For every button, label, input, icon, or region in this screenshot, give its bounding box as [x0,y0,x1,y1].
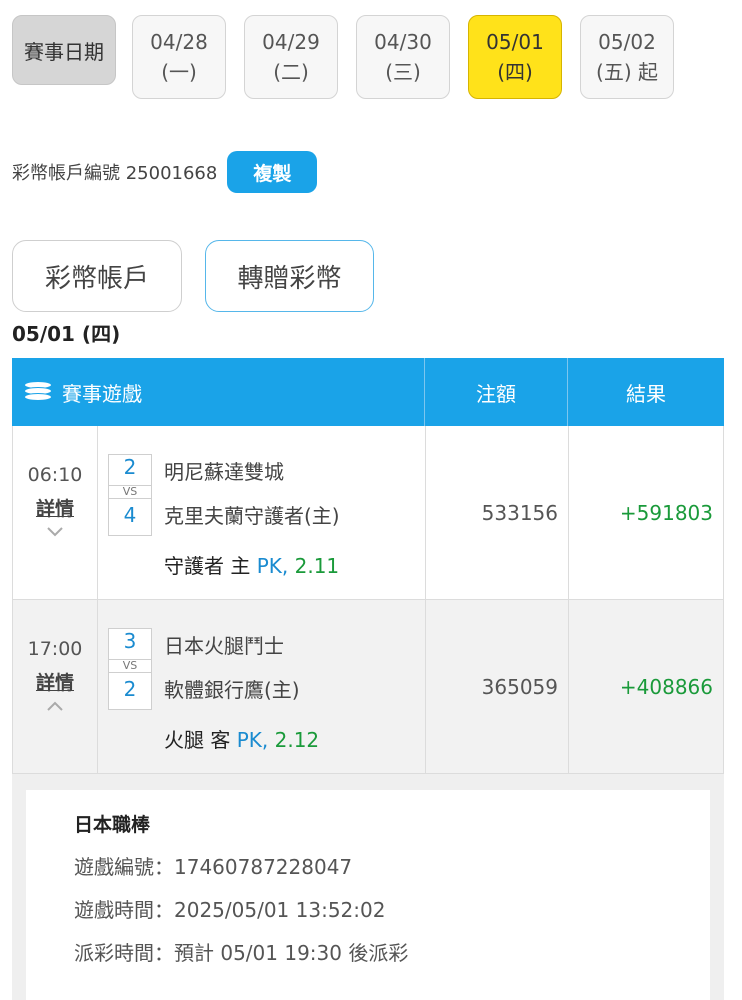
vs-label: VS [109,485,151,499]
header-game: 賽事遊戲 [12,358,425,426]
bet-result: +591803 [619,500,713,525]
chevron-up-icon[interactable] [47,701,63,717]
team-2: 克里夫蘭守護者(主) [164,504,340,528]
bet-pick: 火腿 客 PK, 2.12 [164,724,319,753]
table-row: 17:00 詳情 3 VS 2 日本火腿鬥士 軟體銀行鷹(主) 火腿 客 PK,… [12,600,724,774]
time-cell: 17:00 詳情 [13,600,98,773]
payout-time: 派彩時間：預計 05/01 19:30 後派彩 [74,941,409,965]
pick-odds: 2.12 [268,728,320,752]
date-text: 04/28 [150,30,208,54]
pick-pk: PK, [236,728,269,752]
team-1: 明尼蘇達雙城 [164,460,284,484]
match-cell: 2 VS 4 明尼蘇達雙城 克里夫蘭守護者(主) 守護者 主 PK, 2.11 [98,426,426,599]
score-box: 3 VS 2 [108,628,152,710]
account-row: 彩幣帳戶編號 25001668 複製 [12,150,318,194]
tab-lottery-account[interactable]: 彩幣帳戶 [12,240,182,312]
weekday-text: (四) [497,60,533,84]
weekday-text: (一) [161,60,197,84]
weekday-text: (三) [385,60,421,84]
date-label: 賽事日期 [12,15,116,85]
pick-team: 火腿 客 [164,728,237,752]
copy-button[interactable]: 複製 [227,151,318,193]
game-time: 06:10 [27,464,83,486]
bet-amount: 365059 [426,600,569,773]
date-text: 05/02 [598,30,656,54]
date-button-0430[interactable]: 04/30 (三) [356,15,450,99]
date-button-0429[interactable]: 04/29 (二) [244,15,338,99]
weekday-text: (五) 起 [596,60,658,84]
league-name: 日本職棒 [74,814,151,836]
date-button-0428[interactable]: 04/28 (一) [132,15,226,99]
game-timestamp: 遊戲時間：2025/05/01 13:52:02 [74,898,386,922]
date-text: 04/30 [374,30,432,54]
team-1: 日本火腿鬥士 [164,634,284,658]
game-detail-panel: 日本職棒 遊戲編號：17460787228047 遊戲時間：2025/05/01… [12,774,724,1000]
score-away: 4 [123,503,137,527]
bet-amount: 533156 [426,426,569,599]
pick-odds: 2.11 [288,554,340,578]
detail-link[interactable]: 詳情 [36,668,74,695]
weekday-text: (二) [273,60,309,84]
table-row: 06:10 詳情 2 VS 4 明尼蘇達雙城 克里夫蘭守護者(主) 守護者 主 … [12,426,724,600]
score-home: 2 [123,455,137,479]
bet-pick: 守護者 主 PK, 2.11 [164,550,339,579]
header-game-label: 賽事遊戲 [62,381,142,406]
bet-table: 賽事遊戲 注額 結果 06:10 詳情 2 VS 4 明尼蘇達雙城 克里夫蘭守護… [12,358,724,774]
tab-gift-coins[interactable]: 轉贈彩幣 [205,240,374,312]
chevron-down-icon[interactable] [47,527,63,543]
game-id: 遊戲編號：17460787228047 [74,855,353,879]
header-bet: 注額 [425,358,568,426]
detail-link[interactable]: 詳情 [36,494,74,521]
table-header: 賽事遊戲 注額 結果 [12,358,724,426]
pick-team: 守護者 主 [164,554,257,578]
date-text: 04/29 [262,30,320,54]
match-cell: 3 VS 2 日本火腿鬥士 軟體銀行鷹(主) 火腿 客 PK, 2.12 [98,600,426,773]
section-date: 05/01 (四) [12,322,121,346]
team-2: 軟體銀行鷹(主) [164,678,300,702]
bet-result: +408866 [619,674,713,699]
account-number: 彩幣帳戶編號 25001668 [12,163,218,184]
score-away: 2 [123,677,137,701]
date-bar: 賽事日期 04/28 (一) 04/29 (二) 04/30 (三) 05/01… [12,15,732,101]
header-result: 結果 [626,381,666,406]
date-text: 05/01 [486,30,544,54]
date-button-0501-active[interactable]: 05/01 (四) [468,15,562,99]
score-box: 2 VS 4 [108,454,152,536]
game-time: 17:00 [27,638,83,660]
date-button-0502[interactable]: 05/02 (五) 起 [580,15,674,99]
score-home: 3 [123,629,137,653]
pick-pk: PK, [256,554,289,578]
vs-label: VS [109,659,151,673]
time-cell: 06:10 詳情 [13,426,98,599]
detail-content: 日本職棒 遊戲編號：17460787228047 遊戲時間：2025/05/01… [26,790,710,1000]
coins-icon [24,381,52,403]
